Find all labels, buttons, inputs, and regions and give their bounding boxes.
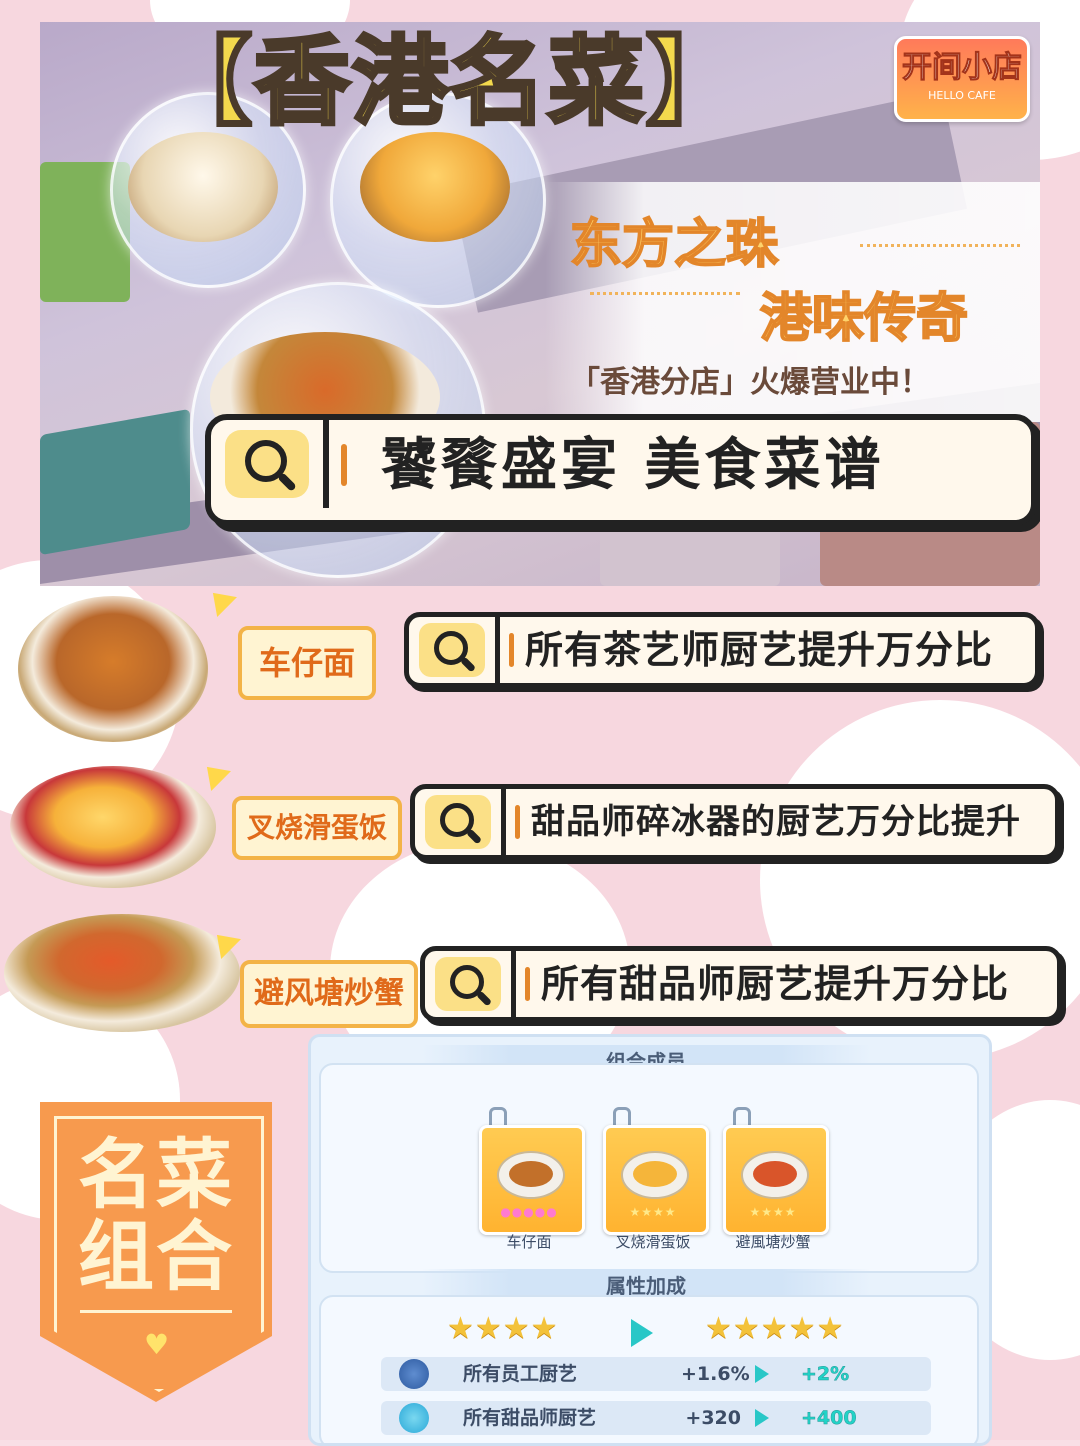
page-title: 【香港名菜】 <box>154 24 744 140</box>
egg-rice-plate-icon <box>10 766 216 888</box>
noodle-bowl-icon <box>18 596 208 742</box>
text-caret <box>341 444 347 486</box>
stat-after: +400 <box>801 1407 857 1430</box>
dish-name-label: 车仔面 <box>238 626 376 700</box>
heart-icon: ♥ <box>144 1328 170 1361</box>
search-button[interactable] <box>419 623 485 677</box>
rank-stars: ★★★★ <box>749 1205 797 1219</box>
dish-name-label: 叉烧滑蛋饭 <box>232 796 402 860</box>
ice-cream-icon <box>399 1403 429 1433</box>
text-caret <box>509 633 514 667</box>
divider <box>323 420 329 508</box>
chef-hat-icon <box>399 1359 429 1389</box>
divider <box>80 1310 232 1313</box>
rank-stars: ★★★★ <box>629 1205 677 1219</box>
tagline-3: 「香港分店」火爆营业中！ <box>570 365 930 400</box>
arrow-right-icon <box>755 1365 769 1383</box>
tagline-2: 港味传奇 <box>759 288 969 350</box>
stat-row-2: 所有甜品师厨艺 +320 +400 <box>381 1401 931 1435</box>
dish-effect-search[interactable]: 所有甜品师厨艺提升万分比 <box>420 946 1062 1022</box>
member-card-3[interactable]: ★★★★ 避風塘炒蟹 <box>723 1107 829 1257</box>
search-button[interactable] <box>225 430 309 498</box>
stars-before: ★★★★ <box>447 1311 559 1346</box>
divider <box>860 244 1020 247</box>
stat-after: +2% <box>801 1363 850 1386</box>
combo-panel: 组合成员 ●●●●● 车仔面 ★★★★ 叉烧滑蛋饭 ★★★★ 避風塘炒蟹 属性加… <box>308 1034 992 1446</box>
combo-badge: 名菜 组合 ♥ <box>40 1102 272 1402</box>
member-name: 避風塘炒蟹 <box>735 1233 811 1251</box>
dish-effect-text: 所有甜品师厨艺提升万分比 <box>541 962 1010 1006</box>
hero-banner: 东方之珠 港味传奇 「香港分店」火爆营业中！ 【香港名菜】 开间小店 HELLO… <box>40 22 1040 586</box>
stat-before: +1.6% <box>681 1363 750 1385</box>
text-caret <box>515 805 520 839</box>
search-button[interactable] <box>435 957 501 1011</box>
pineapple-bun-icon <box>360 132 510 242</box>
stat-row-1: 所有员工厨艺 +1.6% +2% <box>381 1357 931 1391</box>
dish-effect-search[interactable]: 所有茶艺师厨艺提升万分比 <box>404 612 1040 688</box>
member-name: 车仔面 <box>506 1233 552 1251</box>
noodle-bowl-icon <box>497 1151 565 1199</box>
divider <box>590 292 740 295</box>
member-card-2[interactable]: ★★★★ 叉烧滑蛋饭 <box>603 1107 709 1257</box>
dish-name-label: 避风塘炒蟹 <box>240 960 418 1028</box>
stat-label: 所有员工厨艺 <box>463 1363 578 1385</box>
tagline-1: 东方之珠 <box>569 214 779 276</box>
crab-plate-icon <box>741 1151 809 1199</box>
divider <box>501 789 506 855</box>
dish-effect-search[interactable]: 甜品师碎冰器的厨艺万分比提升 <box>410 784 1060 860</box>
egg-rice-plate-icon <box>621 1151 689 1199</box>
upgrade-arrow-icon <box>631 1319 653 1347</box>
dish-effect-text: 所有茶艺师厨艺提升万分比 <box>525 628 994 672</box>
stat-label: 所有甜品师厨艺 <box>463 1407 597 1429</box>
stars-after: ★★★★★ <box>705 1311 845 1346</box>
dumpling-basket-icon <box>128 132 278 242</box>
hero-search-bar[interactable]: 饕餮盛宴 美食菜谱 <box>205 414 1037 526</box>
members-card: ●●●●● 车仔面 ★★★★ 叉烧滑蛋饭 ★★★★ 避風塘炒蟹 <box>319 1063 979 1273</box>
arrow-right-icon <box>755 1409 769 1427</box>
rank-pips: ●●●●● <box>500 1205 558 1219</box>
badge-title: 名菜 组合 <box>40 1134 272 1298</box>
stat-before: +320 <box>685 1407 741 1429</box>
dish-effect-text: 甜品师碎冰器的厨艺万分比提升 <box>531 802 1021 842</box>
app-logo: 开间小店 HELLO CAFE <box>894 36 1030 122</box>
text-caret <box>525 967 530 1001</box>
member-card-1[interactable]: ●●●●● 车仔面 <box>479 1107 585 1257</box>
hero-search-text: 饕餮盛宴 美食菜谱 <box>381 433 885 498</box>
badge-line-2: 组合 <box>78 1212 234 1301</box>
member-name: 叉烧滑蛋饭 <box>615 1233 691 1251</box>
bonus-card: ★★★★ ★★★★★ 所有员工厨艺 +1.6% +2% 所有甜品师厨艺 +320… <box>319 1295 979 1443</box>
divider <box>511 951 516 1017</box>
badge-line-1: 名菜 <box>78 1130 234 1219</box>
divider <box>495 617 500 683</box>
search-button[interactable] <box>425 795 491 849</box>
crab-plate-icon <box>4 914 240 1032</box>
